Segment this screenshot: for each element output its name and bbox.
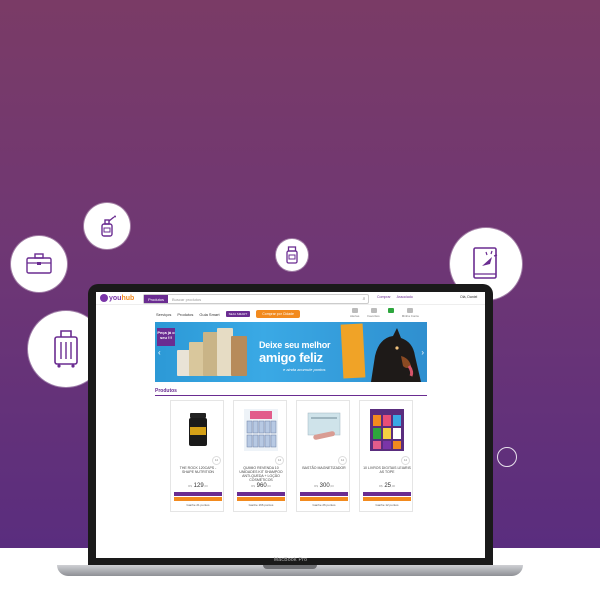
vitamin-bubble (276, 239, 308, 271)
cart-icon (387, 308, 394, 313)
points-bar-purple (174, 492, 222, 496)
briefcase-icon (26, 253, 52, 274)
points-bar-purple (363, 492, 411, 496)
product-card[interactable]: 12 QUIMIO REVENDA 10 UNIDADES KIT SHAMPO… (233, 400, 287, 512)
nav-item-guia-smart[interactable]: Guia Smart (199, 312, 219, 317)
product-name[interactable]: 10 LIVROS DIGITAIS LEIARIS AS TOPE (363, 466, 411, 474)
product-image (189, 413, 207, 446)
dog-image (371, 328, 421, 382)
suitcase-icon (54, 330, 78, 368)
laptop-screen: youhub Produtos Buscar produtos ⌕ Compra… (96, 292, 485, 558)
promo-banner[interactable]: Peça já o seu !!! Deixe seu melhor amigo… (155, 322, 427, 382)
product-price: R$ 25,00 (378, 483, 396, 489)
earn-points: Ganhe 26 pontos (312, 503, 336, 507)
earn-points: Ganhe 21 pontos (186, 503, 210, 507)
alerts-button[interactable]: Alertas (350, 308, 359, 318)
main-nav: Serviços Produtos Guia Smart SEJA SMART … (96, 306, 485, 320)
section-title: Produtos (155, 388, 177, 394)
product-price: R$ 129,00 (188, 483, 208, 489)
comprar-por-cidade-button[interactable]: Comprar por Cidade (256, 310, 300, 318)
banner-headline-2: amigo feliz (259, 350, 323, 365)
section-divider (155, 395, 427, 396)
search-bar: Produtos Buscar produtos ⌕ (143, 294, 369, 304)
top-link-comprar[interactable]: Comprar (377, 295, 391, 299)
quantity-badge: 12 (275, 456, 284, 465)
bell-icon (351, 308, 358, 313)
logo-badge-icon (100, 294, 108, 302)
vitamin-bottle-icon (286, 246, 298, 264)
product-price: R$ 960,00 (251, 483, 271, 489)
banner-headline-1: Deixe seu melhor (259, 340, 331, 350)
banner-prev-arrow[interactable]: ‹ (158, 348, 161, 357)
pet-food-bags-image (177, 326, 249, 378)
quantity-badge: 12 (212, 456, 221, 465)
laptop-brand-label: MacBook Pro (273, 557, 308, 563)
top-bar: youhub Produtos Buscar produtos ⌕ Compra… (96, 292, 485, 305)
perfume-icon (101, 215, 116, 237)
perfume-bubble (84, 203, 130, 249)
account-button[interactable]: Minha Conta (402, 308, 419, 318)
quantity-badge: 12 (401, 456, 410, 465)
product-image (307, 412, 341, 440)
decorative-ring (497, 447, 517, 467)
quantity-badge: 12 (338, 456, 347, 465)
product-image (244, 409, 278, 451)
top-links: Comprar Associado (377, 295, 413, 299)
banner-subline: e ainda acumule pontos (283, 367, 326, 372)
points-bar-orange (237, 497, 285, 501)
product-card[interactable]: 12 10 LIVROS DIGITAIS LEIARIS AS TOPE R$… (359, 400, 413, 512)
favorites-button[interactable]: Favoritos (367, 308, 380, 318)
search-icon[interactable]: ⌕ (360, 296, 368, 302)
points-bar-purple (237, 492, 285, 496)
heart-icon (370, 308, 377, 313)
ebook-click-icon (473, 247, 498, 279)
search-category-select[interactable]: Produtos (144, 295, 169, 303)
logo-text: youhub (109, 294, 135, 302)
seja-smart-button[interactable]: SEJA SMART (225, 311, 251, 317)
product-name[interactable]: QUIMIO REVENDA 10 UNIDADES KIT SHAMPOO A… (237, 466, 285, 482)
nav-item-servicos[interactable]: Serviços (156, 312, 171, 317)
product-card[interactable]: 12 BASTÃO MAGNETIZADOR R$ 300,00 Ganhe 2… (296, 400, 350, 512)
product-name[interactable]: THE ROCK 120CAPS - SHAPE NUTRITION (174, 466, 222, 474)
banner-promo-badge: Peça já o seu !!! (157, 328, 175, 346)
laptop-notch (263, 565, 317, 569)
briefcase-bubble (11, 236, 67, 292)
user-menu[interactable]: Olá, Daniel (460, 295, 477, 299)
points-bar-purple (300, 492, 348, 496)
product-name[interactable]: BASTÃO MAGNETIZADOR (300, 466, 348, 470)
site-logo[interactable]: youhub (100, 294, 134, 302)
cart-button[interactable] (387, 308, 394, 318)
product-card[interactable]: 12 THE ROCK 120CAPS - SHAPE NUTRITION R$… (170, 400, 224, 512)
points-bar-orange (174, 497, 222, 501)
product-price: R$ 300,00 (314, 483, 334, 489)
search-input[interactable]: Buscar produtos (172, 297, 360, 302)
top-link-associado[interactable]: Associado (397, 295, 413, 299)
nav-item-produtos[interactable]: Produtos (177, 312, 193, 317)
user-icon (407, 308, 414, 313)
product-image (370, 409, 404, 451)
earn-points: Ganhe 166 pontos (248, 503, 274, 507)
earn-points: Ganhe 12 pontos (375, 503, 399, 507)
banner-next-arrow[interactable]: › (421, 348, 424, 357)
points-bar-orange (300, 497, 348, 501)
points-bar-orange (363, 497, 411, 501)
